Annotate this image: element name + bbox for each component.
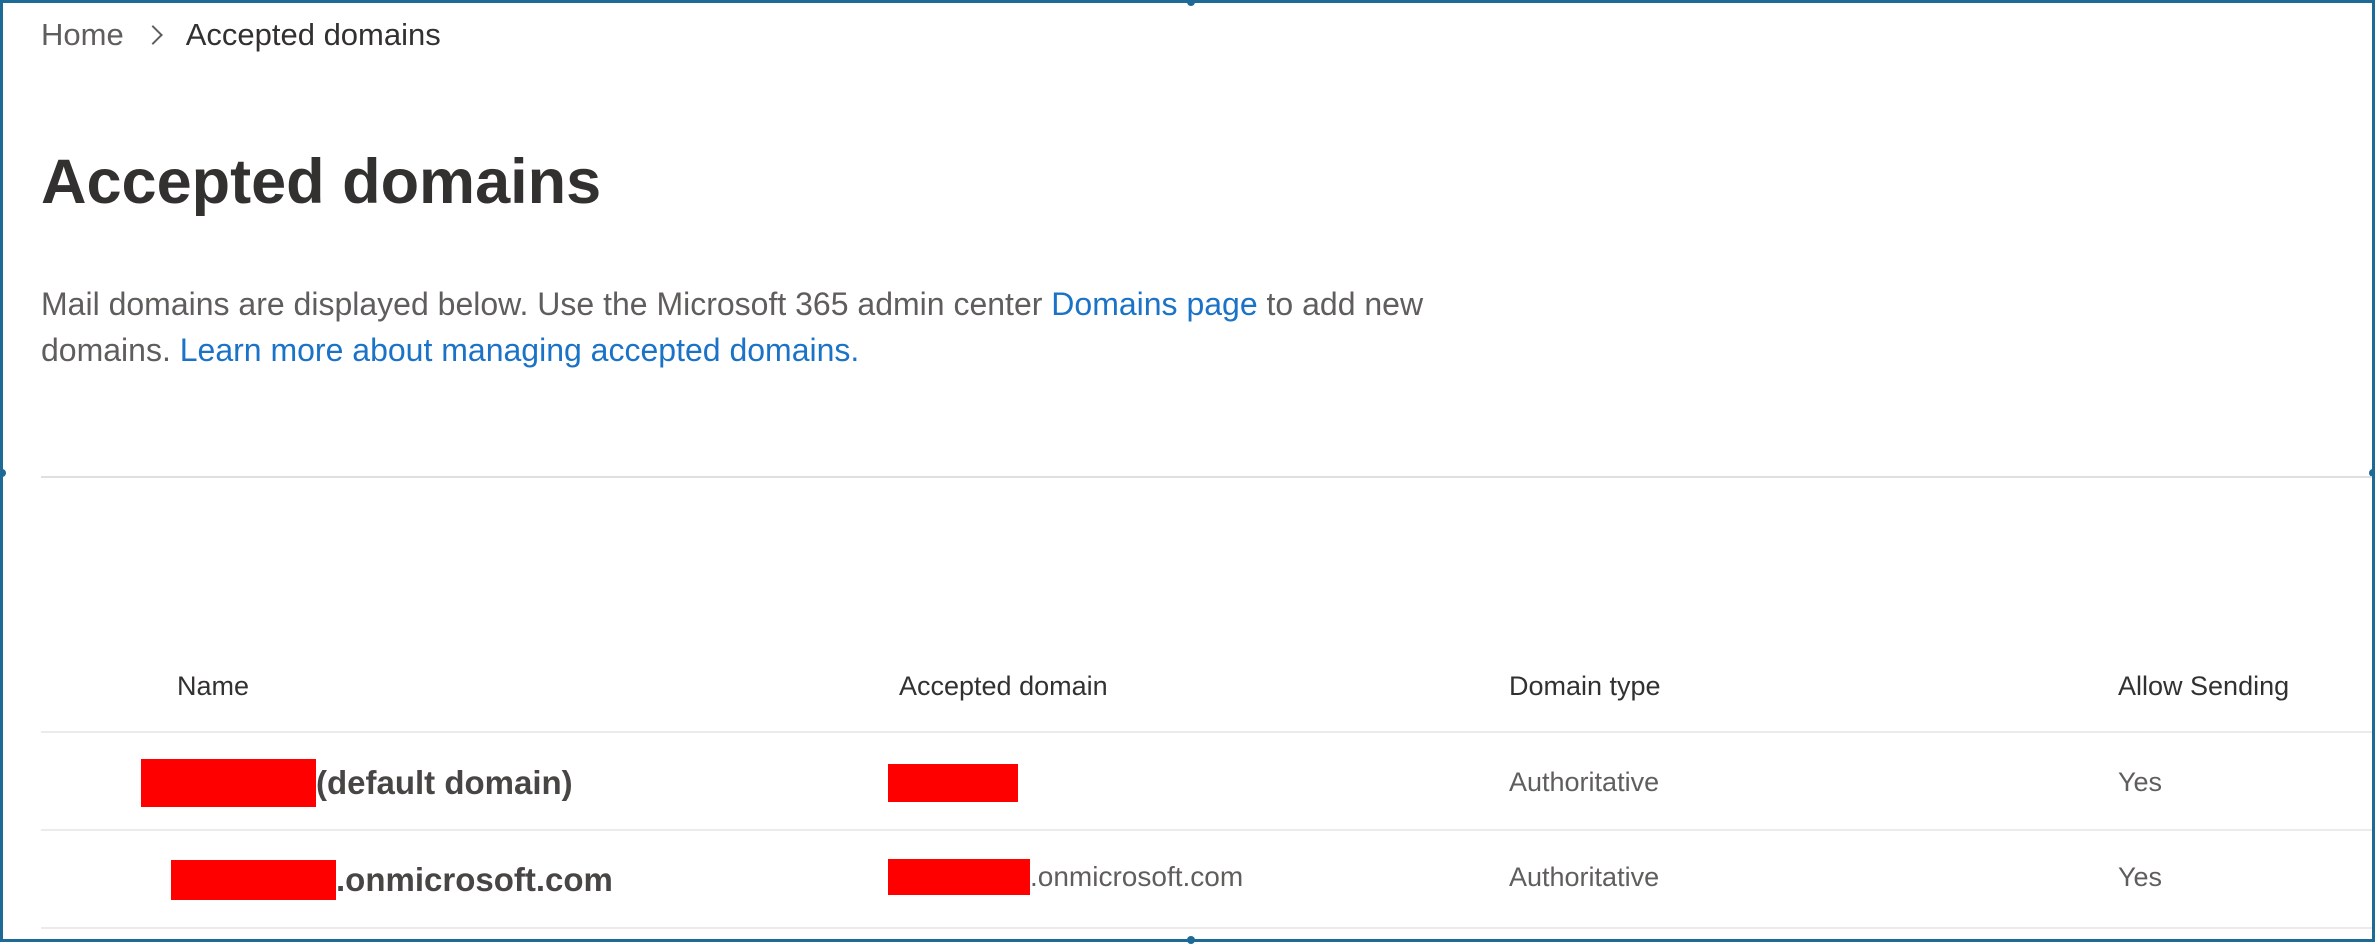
row-accepted-domain-suffix: .onmicrosoft.com <box>1030 861 1244 892</box>
column-header-allow-sending[interactable]: Allow Sending <box>2118 671 2289 702</box>
breadcrumb: Home Accepted domains <box>41 17 441 53</box>
row-accepted-domain-cell <box>888 764 1018 802</box>
description-text: Mail domains are displayed below. Use th… <box>41 286 1052 322</box>
section-divider <box>41 476 2372 478</box>
redaction-block <box>888 764 1018 802</box>
row-accepted-domain-cell: .onmicrosoft.com <box>888 859 1243 895</box>
accepted-domains-table: Name Accepted domain Domain type Allow S… <box>41 651 2372 929</box>
breadcrumb-current: Accepted domains <box>185 17 441 52</box>
column-header-domain-type[interactable]: Domain type <box>1509 671 1661 702</box>
redaction-block <box>141 759 316 807</box>
row-domain-type: Authoritative <box>1509 766 1660 797</box>
table-row[interactable]: .onmicrosoft.com .onmicrosoft.com Author… <box>41 831 2372 929</box>
row-allow-sending: Yes <box>2118 861 2163 892</box>
screenshot-frame: Home Accepted domains Accepted domains M… <box>0 0 2375 944</box>
redaction-block <box>171 860 336 900</box>
resize-handle-bottom <box>1187 936 1195 944</box>
table-header: Name Accepted domain Domain type Allow S… <box>41 651 2372 733</box>
page-description: Mail domains are displayed below. Use th… <box>41 281 1441 373</box>
resize-handle-left <box>0 469 6 477</box>
column-header-accepted-domain[interactable]: Accepted domain <box>899 671 1108 702</box>
row-name-suffix: .onmicrosoft.com <box>336 861 613 898</box>
row-name-cell[interactable]: (default domain) <box>141 759 573 807</box>
redaction-block <box>888 859 1030 895</box>
column-header-name[interactable]: Name <box>177 671 249 702</box>
learn-more-link[interactable]: Learn more about managing accepted domai… <box>180 332 860 368</box>
resize-handle-top <box>1187 0 1195 6</box>
page-title: Accepted domains <box>41 147 602 217</box>
table-row[interactable]: (default domain) Authoritative Yes <box>41 733 2372 831</box>
domains-page-link[interactable]: Domains page <box>1051 286 1257 322</box>
chevron-right-icon <box>142 25 163 45</box>
row-domain-type: Authoritative <box>1509 861 1660 892</box>
row-allow-sending: Yes <box>2118 766 2163 797</box>
row-name-cell[interactable]: .onmicrosoft.com <box>171 860 613 900</box>
row-name-suffix: (default domain) <box>316 764 573 801</box>
breadcrumb-home-link[interactable]: Home <box>41 17 124 53</box>
